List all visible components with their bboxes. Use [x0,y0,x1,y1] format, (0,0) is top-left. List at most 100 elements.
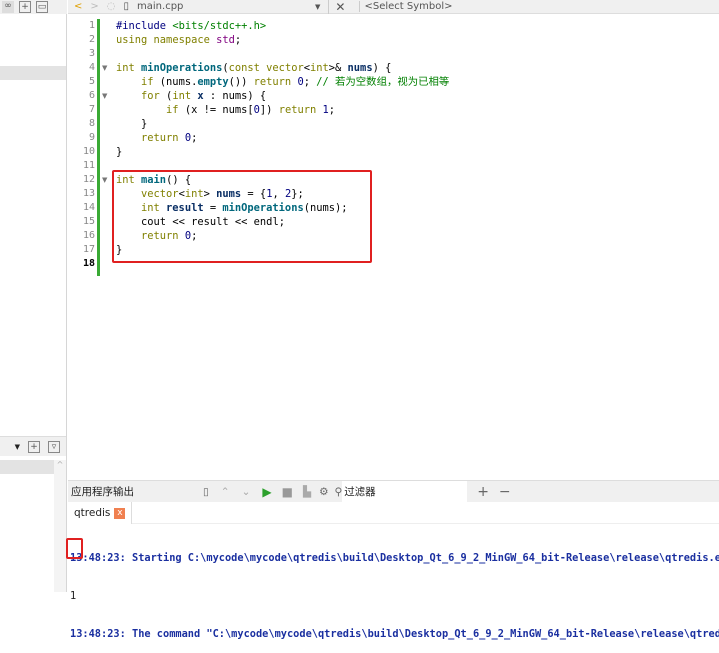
code-token: vector [266,62,304,74]
fold-arrow-icon[interactable]: ▼ [102,173,107,187]
up-icon[interactable]: ⌃ [221,486,230,498]
forward-icon[interactable]: > [90,1,98,12]
line-number: 7 [88,104,95,115]
code-token: (nums. [159,76,198,88]
close-split-icon[interactable]: ▿ [48,440,60,453]
split-add-icon[interactable]: + [19,1,31,13]
code-token: int [309,62,329,74]
output-pane-title: 应用程序输出 [71,486,134,498]
line-number: 2 [88,34,95,45]
close-split-icon[interactable]: ▭ [36,1,48,13]
code-line[interactable]: if (x != nums[0]) return 1; [116,103,449,117]
code-line[interactable]: for (int x : nums) { [116,89,449,103]
filter-input[interactable]: 过滤器 [342,481,468,502]
code-token: std [216,34,235,46]
code-line[interactable]: using namespace std; [116,33,449,47]
code-token: int [172,90,198,102]
line-number-gutter: 1 2 3 4 5 6 7 8 9 10 11 12 13 14 15 16 17 18 [68,15,97,477]
selected-tree-item[interactable] [0,66,66,80]
code-token: empty [197,76,229,88]
code-token: } [116,118,148,130]
line-number: 14 [82,202,95,213]
zoom-out-button[interactable]: − [499,484,511,500]
close-tab-icon[interactable]: x [114,507,126,519]
output-line: 13:48:23: The command "C:\mycode\mycode\… [70,628,719,640]
highlight-box-output [66,538,83,559]
search-icon: ⚲ [334,485,343,498]
code-token: using [116,34,154,46]
code-token: ; [191,132,198,144]
settings-icon[interactable]: ⚙ [319,486,328,498]
code-token: #include [116,20,173,32]
zoom-in-button[interactable]: + [477,484,489,500]
code-token: (x != nums[ [184,104,254,116]
code-token: namespace [153,34,217,46]
code-token: ()) [228,76,254,88]
code-token: return [253,76,298,88]
dropdown-arrow-icon[interactable]: ▼ [15,443,20,451]
down-icon[interactable]: ⌄ [242,486,251,498]
split-add-icon[interactable]: + [28,440,40,453]
tab-qtredis[interactable]: qtredis x [68,502,133,524]
code-line[interactable]: #include <bits/stdc++.h> [116,19,449,33]
dropdown-arrow-icon[interactable]: ▼ [315,3,320,11]
line-number: 5 [88,76,95,87]
code-token: ; [303,76,317,88]
highlight-box-main [112,170,372,263]
close-icon[interactable]: ✕ [328,0,351,14]
back-icon[interactable]: < [74,1,82,12]
output-line: 13:48:23: Starting C:\mycode\mycode\qtre… [70,552,719,564]
output-tabs: qtredis x [68,502,719,524]
code-token: ; [234,34,242,46]
selected-open-document[interactable] [0,460,54,474]
code-token: const [228,62,267,74]
application-output: 13:48:23: Starting C:\mycode\mycode\qtre… [68,526,719,653]
lock-icon: ◌ [106,1,116,12]
modified-lines-marker [97,19,100,276]
code-line[interactable]: } [116,117,449,131]
line-number: 16 [82,230,95,241]
link-icon[interactable]: ∞ [2,1,14,13]
code-token: minOperations [141,62,223,74]
code-line[interactable]: } [116,145,449,159]
line-number: 17 [82,244,95,255]
file-selector[interactable]: main.cpp [137,1,307,12]
code-token: ]) [259,104,279,116]
code-line[interactable]: return 0; [116,131,449,145]
line-number: 13 [82,188,95,199]
fold-arrow-icon[interactable]: ▼ [102,61,107,75]
line-number: 10 [82,146,95,157]
project-sidebar: ∞ + ▭ ▼ + ▿ ^ [0,0,67,592]
tab-label: qtredis [74,507,111,519]
run-icon[interactable]: ▶ [262,485,271,499]
editor-toolbar: < > ◌ ▯ main.cpp ▼ ✕ <Select Symbol> [68,0,719,14]
code-token: ; [328,104,336,116]
code-token: if [116,76,160,88]
attach-icon[interactable]: ▙ [303,486,311,498]
line-number: 6 [88,90,95,101]
code-token: if [116,104,185,116]
code-token: // 若为空数组，视为已相等 [316,76,450,88]
symbol-selector[interactable]: <Select Symbol> [359,1,453,12]
code-line[interactable]: int minOperations(const vector<int>& num… [116,61,449,75]
scrollbar[interactable]: ^ [54,460,66,592]
fold-arrow-icon[interactable]: ▼ [102,89,107,103]
code-token: return [116,132,185,144]
code-token: for [116,90,167,102]
stop-icon[interactable]: ■ [282,485,293,499]
code-token: >& [328,62,348,74]
code-line[interactable] [116,47,449,61]
code-token: ) { [372,62,392,74]
code-token: nums [347,62,373,74]
sidebar-lower-toolbar: ▼ + ▿ [0,436,66,456]
line-number: 1 [88,20,95,31]
code-line[interactable]: if (nums.empty()) return 0; // 若为空数组，视为已… [116,75,449,89]
clear-icon[interactable]: ▯ [203,486,209,498]
output-line: 1 [70,590,77,602]
code-token: : nums) { [203,90,267,102]
line-number: 12 [82,174,95,185]
line-number: 4 [88,62,95,73]
code-token: } [116,146,123,158]
code-token: int [116,62,142,74]
line-number: 15 [82,216,95,227]
